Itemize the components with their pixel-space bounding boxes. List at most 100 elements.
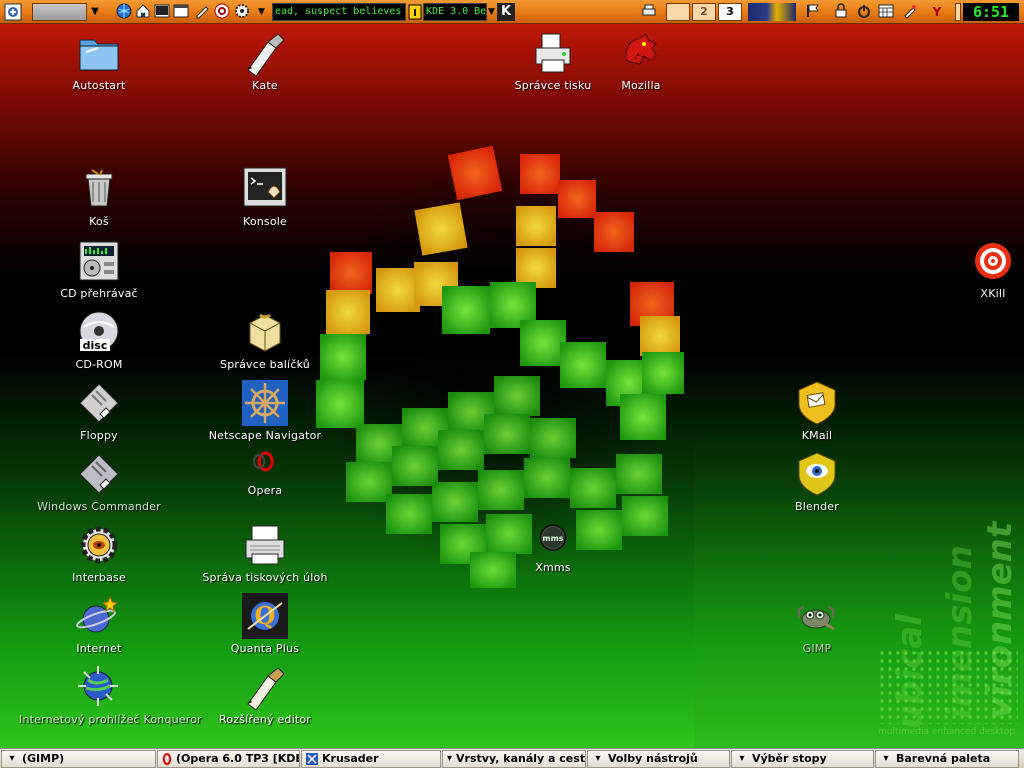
desktop-icon-label: Netscape Navigator bbox=[208, 429, 322, 442]
desktop-icon-label: Mozilla bbox=[621, 79, 661, 92]
paint-icon[interactable] bbox=[901, 3, 919, 21]
chevron-down-icon[interactable]: ▼ bbox=[258, 3, 270, 21]
pager-k-icon[interactable]: K bbox=[497, 3, 515, 21]
chevron-down-icon[interactable]: ▼ bbox=[88, 3, 102, 21]
desktop-icon-opera[interactable]: Opera bbox=[185, 451, 345, 497]
pager-desktop-1[interactable] bbox=[666, 3, 690, 21]
printer-icon[interactable] bbox=[640, 3, 658, 21]
desktop-icon-gimp[interactable]: GIMP bbox=[737, 593, 897, 655]
power-icon[interactable] bbox=[855, 3, 873, 21]
desktop-icon-label: Rozšířený editor bbox=[218, 713, 312, 726]
desktop-icon-label: Opera bbox=[247, 484, 283, 497]
wallpaper-watermark: ubical imension vironment multimedia enh… bbox=[870, 419, 1020, 739]
calendar-icon[interactable] bbox=[877, 3, 895, 21]
desktop-icon-label: Internet bbox=[76, 642, 122, 655]
desktop-icon-mozilla[interactable]: Mozilla bbox=[561, 30, 721, 92]
xkill-target-icon bbox=[975, 243, 1011, 279]
desktop-icon-label: Konsole bbox=[242, 215, 288, 228]
desktop-icon-quanta[interactable]: Q Quanta Plus bbox=[185, 593, 345, 655]
chevron-down-icon: ▾ bbox=[739, 753, 745, 764]
desktop-icon-label: CD přehrávač bbox=[60, 287, 138, 300]
desktop-icon-label: Blender bbox=[794, 500, 839, 513]
desktop-icon-label: Quanta Plus bbox=[230, 642, 300, 655]
kmail-icon bbox=[798, 381, 836, 425]
task-label: Volby nástrojů bbox=[608, 752, 698, 765]
floppy-commander-icon bbox=[79, 454, 119, 494]
desktop-icon-label: Xmms bbox=[535, 561, 571, 574]
desktop-icon-label: Správce balíčků bbox=[220, 358, 310, 371]
task-color-palette[interactable]: ▾ Barevná paleta bbox=[875, 750, 1019, 768]
flag-icon[interactable] bbox=[804, 3, 822, 21]
internet-planet-icon bbox=[76, 595, 119, 633]
desktop-icon-label: Koš bbox=[89, 215, 109, 228]
desktop-icon-netscape[interactable]: Netscape Navigator bbox=[185, 380, 345, 442]
window-icon[interactable] bbox=[172, 3, 190, 21]
opera-icon bbox=[252, 451, 274, 472]
kde-version-ticker[interactable]: KDE 3.0 Bet bbox=[423, 3, 487, 21]
kde-y-icon[interactable]: Y bbox=[928, 3, 946, 21]
package-icon bbox=[249, 313, 281, 352]
task-brush-select[interactable]: ▾ Výběr stopy bbox=[731, 750, 874, 768]
task-krusader[interactable]: Krusader bbox=[301, 750, 441, 768]
help-icon[interactable] bbox=[213, 3, 231, 21]
desktop-icon-xmms[interactable]: mms Xmms bbox=[473, 522, 633, 574]
pager-desktop-3[interactable]: 3 bbox=[718, 3, 742, 21]
desktop-icon-windows-commander[interactable]: Windows Commander bbox=[19, 451, 179, 513]
desktop-icon-interbase[interactable]: Interbase bbox=[19, 522, 179, 584]
desktop-icon-internet[interactable]: Internet bbox=[19, 593, 179, 655]
folder-icon bbox=[79, 39, 119, 71]
panel-handle[interactable] bbox=[955, 3, 961, 21]
desktop-icon-cdrom[interactable]: disc CD-ROM bbox=[19, 309, 179, 371]
desktop-icon-trash[interactable]: Koš bbox=[19, 166, 179, 228]
panel-clock[interactable]: 6:51 bbox=[963, 3, 1019, 21]
desktop-icon-label: Floppy bbox=[80, 429, 118, 442]
kde-menu-icon[interactable] bbox=[4, 3, 22, 21]
task-gimp[interactable]: ▾ (GIMP) bbox=[1, 750, 156, 768]
desktop-icon-label: Správa tiskových úloh bbox=[202, 571, 328, 584]
desktop-icon-konqueror[interactable]: Internetový prohlížeč Konqueror bbox=[19, 664, 202, 726]
desktop-icon-label: CD-ROM bbox=[75, 358, 123, 371]
task-tool-options[interactable]: ▾ Volby nástrojů bbox=[587, 750, 730, 768]
task-label: Výběr stopy bbox=[752, 752, 827, 765]
desktop-icon-label: Windows Commander bbox=[37, 500, 161, 513]
pager-desktop-2[interactable]: 2 bbox=[692, 3, 716, 21]
desktop-icon-floppy[interactable]: Floppy bbox=[19, 380, 179, 442]
svg-text:mms: mms bbox=[543, 534, 564, 543]
blender-icon bbox=[798, 452, 836, 496]
desktop-icon-kate[interactable]: Kate bbox=[185, 30, 345, 92]
pencil-icon[interactable] bbox=[193, 3, 211, 21]
desktop-icon-advanced-editor[interactable]: Rozšířený editor bbox=[185, 664, 345, 726]
editor-pen-icon bbox=[247, 667, 285, 710]
task-label: (Opera 6.0 TP3 [KDE- bbox=[176, 752, 300, 765]
taskbar-applet-field[interactable] bbox=[32, 3, 87, 21]
konsole-icon bbox=[243, 167, 287, 207]
pager-preview[interactable] bbox=[748, 3, 796, 21]
quanta-icon: Q bbox=[242, 593, 288, 639]
task-layers[interactable]: ▾ Vrstvy, kanály a cest bbox=[442, 750, 586, 768]
desktop-icon-print-jobs[interactable]: Správa tiskových úloh bbox=[185, 522, 345, 584]
desktop-icon-konsole[interactable]: Konsole bbox=[185, 166, 345, 228]
desktop-icon-blender[interactable]: Blender bbox=[737, 451, 897, 513]
gear-icon[interactable] bbox=[233, 3, 251, 21]
task-opera[interactable]: (Opera 6.0 TP3 [KDE- bbox=[157, 750, 300, 768]
cd-player-icon bbox=[79, 241, 119, 281]
task-label: (GIMP) bbox=[22, 752, 65, 765]
desktop-icon-label: Internetový prohlížeč Konqueror bbox=[19, 713, 202, 726]
svg-text:I: I bbox=[413, 8, 417, 19]
mozilla-icon bbox=[625, 33, 657, 65]
desktop-icon-autostart[interactable]: Autostart bbox=[19, 30, 179, 92]
desktop-icon-xkill[interactable]: XKill bbox=[913, 238, 1024, 300]
watermark-dots bbox=[878, 649, 1018, 724]
kde-logo-icon: I bbox=[408, 3, 422, 21]
krusader-icon bbox=[306, 753, 318, 765]
globe-icon[interactable] bbox=[115, 3, 133, 21]
ship-wheel-icon bbox=[242, 380, 288, 426]
terminal-icon[interactable] bbox=[153, 3, 171, 21]
desktop-icon-label: Kate bbox=[252, 79, 278, 92]
desktop-icon-kmail[interactable]: KMail bbox=[737, 380, 897, 442]
news-ticker[interactable]: ead, suspect believes +++ bbox=[272, 3, 406, 21]
desktop-icon-cd-player[interactable]: CD přehrávač bbox=[19, 238, 179, 300]
desktop-icon-package-manager[interactable]: Správce balíčků bbox=[185, 309, 345, 371]
home-icon[interactable] bbox=[134, 3, 152, 21]
lock-icon[interactable] bbox=[832, 3, 850, 21]
